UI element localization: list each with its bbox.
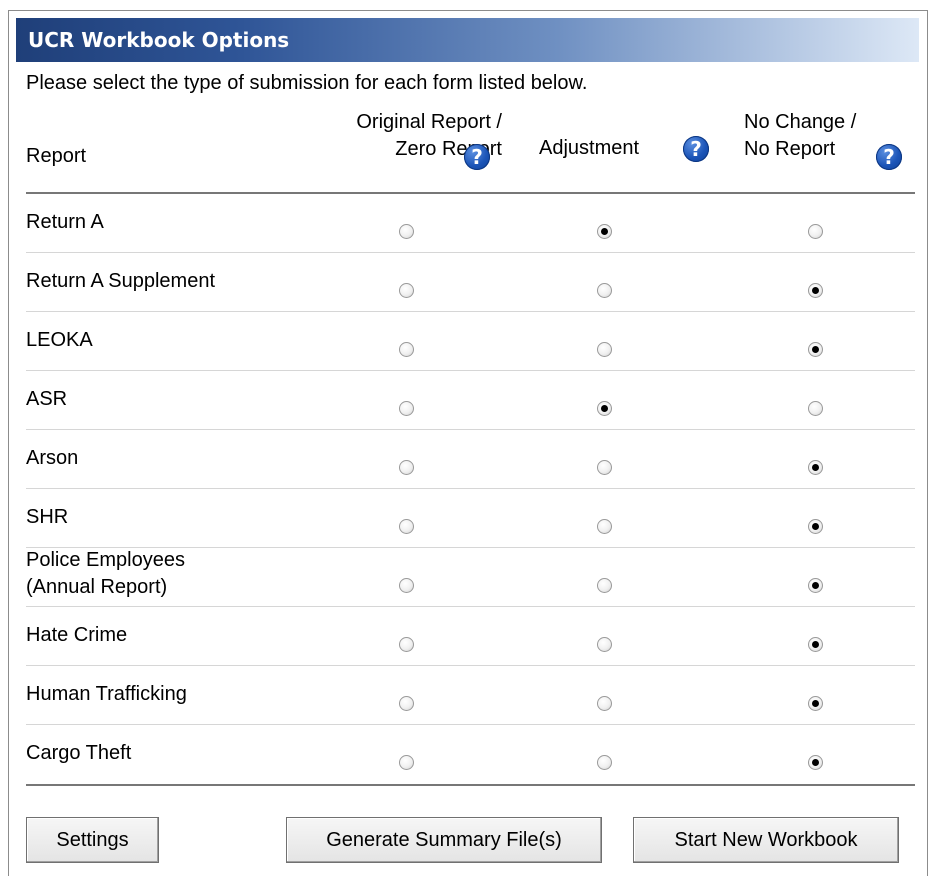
row-divider (26, 606, 915, 607)
row-label-line1: SHR (26, 506, 69, 528)
row-divider (26, 488, 915, 489)
radio-original[interactable] (399, 283, 414, 298)
radio-original[interactable] (399, 578, 414, 593)
footer-divider (26, 784, 915, 786)
row-label: Cargo Theft (26, 740, 131, 767)
row-label-line1: LEOKA (26, 329, 93, 351)
dialog-title: UCR Workbook Options (28, 28, 290, 52)
radio-original[interactable] (399, 224, 414, 239)
row-label: Police Employees (Annual Report) (26, 547, 185, 601)
row-label-line1: ASR (26, 388, 68, 410)
radio-adjustment[interactable] (597, 401, 612, 416)
radio-adjustment[interactable] (597, 224, 612, 239)
row-label: ASR (26, 386, 67, 413)
radio-adjustment[interactable] (597, 696, 612, 711)
radio-adjustment[interactable] (597, 460, 612, 475)
radio-original[interactable] (399, 401, 414, 416)
row-divider (26, 370, 915, 371)
row-label-line1: Human Trafficking (26, 683, 187, 705)
radio-adjustment[interactable] (597, 519, 612, 534)
instructions-text: Please select the type of submission for… (26, 72, 588, 94)
row-divider (26, 311, 915, 312)
row-divider (26, 665, 915, 666)
radio-nochange[interactable] (808, 342, 823, 357)
row-label-line1: Return A (26, 211, 104, 233)
column-header-nochange-line1: No Change / (744, 111, 857, 133)
row-divider (26, 724, 915, 725)
row-divider (26, 429, 915, 430)
help-icon-nochange[interactable]: ? (876, 144, 902, 170)
radio-nochange[interactable] (808, 460, 823, 475)
help-icon-adjustment[interactable]: ? (683, 136, 709, 162)
row-label: Arson (26, 445, 78, 472)
radio-nochange[interactable] (808, 578, 823, 593)
radio-nochange[interactable] (808, 283, 823, 298)
generate-summary-files-button[interactable]: Generate Summary File(s) (286, 817, 602, 863)
radio-adjustment[interactable] (597, 578, 612, 593)
header-divider (26, 192, 915, 194)
radio-nochange[interactable] (808, 696, 823, 711)
dialog-title-bar: UCR Workbook Options (16, 18, 919, 62)
radio-nochange[interactable] (808, 224, 823, 239)
row-label: Human Trafficking (26, 681, 187, 708)
row-label-line1: Arson (26, 447, 79, 469)
radio-nochange[interactable] (808, 401, 823, 416)
column-header-adjustment: Adjustment (539, 137, 640, 159)
start-new-workbook-button[interactable]: Start New Workbook (633, 817, 899, 863)
row-label-line2: (Annual Report) (26, 576, 168, 598)
row-label: Hate Crime (26, 622, 127, 649)
row-divider (26, 252, 915, 253)
help-icon-original[interactable]: ? (464, 144, 490, 170)
row-label-line1: Police Employees (26, 549, 185, 571)
column-header-nochange-line2: No Report (744, 138, 836, 160)
radio-original[interactable] (399, 696, 414, 711)
radio-nochange[interactable] (808, 755, 823, 770)
column-header-original-line1: Original Report / (356, 111, 502, 133)
column-header-report: Report (26, 145, 87, 167)
column-header-nochange: No Change / No Report (744, 109, 856, 163)
row-label: SHR (26, 504, 68, 531)
row-label: Return A (26, 209, 104, 236)
settings-button[interactable]: Settings (26, 817, 159, 863)
row-label-line1: Hate Crime (26, 624, 128, 646)
radio-adjustment[interactable] (597, 342, 612, 357)
row-label-line1: Cargo Theft (26, 742, 132, 764)
ucr-workbook-options-dialog: UCR Workbook Options Please select the t… (8, 10, 928, 876)
radio-nochange[interactable] (808, 519, 823, 534)
radio-original[interactable] (399, 519, 414, 534)
radio-original[interactable] (399, 755, 414, 770)
radio-original[interactable] (399, 637, 414, 652)
radio-adjustment[interactable] (597, 283, 612, 298)
row-label: Return A Supplement (26, 268, 215, 295)
radio-original[interactable] (399, 460, 414, 475)
radio-adjustment[interactable] (597, 637, 612, 652)
radio-nochange[interactable] (808, 637, 823, 652)
row-label-line1: Return A Supplement (26, 270, 216, 292)
radio-original[interactable] (399, 342, 414, 357)
row-label: LEOKA (26, 327, 93, 354)
radio-adjustment[interactable] (597, 755, 612, 770)
